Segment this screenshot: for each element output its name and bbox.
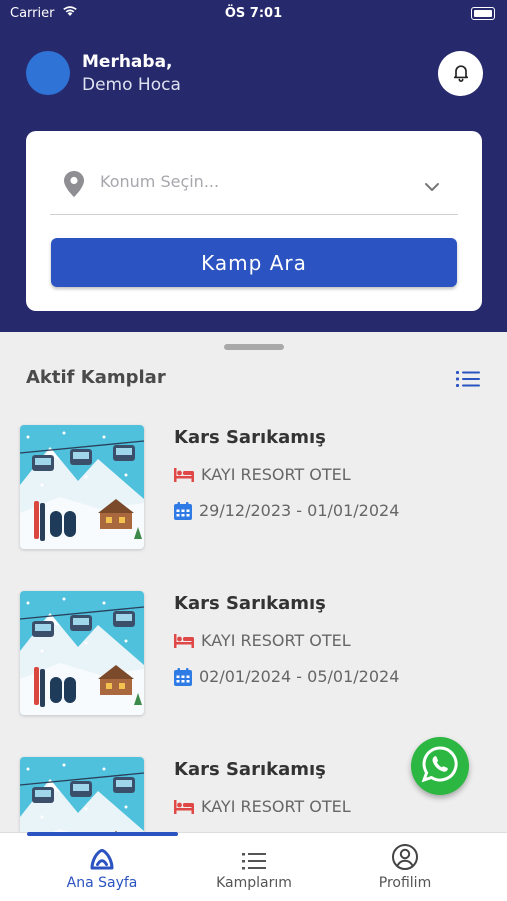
bed-icon [174,799,194,814]
camp-hotel: KAYI RESORT OTEL [174,631,351,650]
search-camp-button[interactable]: Kamp Ara [51,238,457,287]
search-card: Konum Seçin... Kamp Ara [26,131,482,311]
whatsapp-icon [420,744,460,788]
bed-icon [174,467,194,482]
camp-dates: 29/12/2023 - 01/01/2024 [174,501,399,520]
date-range: 02/01/2024 - 05/01/2024 [199,667,400,686]
calendar-icon [174,501,192,520]
date-range: 29/12/2023 - 01/01/2024 [199,501,400,520]
hotel-name: KAYI RESORT OTEL [201,465,351,484]
section-title: Aktif Kamplar [26,367,166,388]
notifications-button[interactable] [438,51,483,96]
status-bar: Carrier ÖS 7:01 [0,0,507,28]
bell-icon [451,62,471,86]
drag-handle[interactable] [224,344,284,350]
list-icon [242,853,266,870]
camp-thumbnail [20,591,144,715]
location-select[interactable]: Konum Seçin... [50,159,458,215]
tab-home[interactable]: Ana Sayfa [42,841,162,891]
camp-item[interactable]: Kars Sarıkamış KAYI RESORT OTEL 29/12/20… [0,425,507,555]
profile-icon [392,844,418,870]
tab-camps[interactable]: Kamplarım [194,841,314,891]
tab-label: Kamplarım [216,875,292,891]
camp-dates: 02/01/2024 - 05/01/2024 [174,667,399,686]
camp-hotel: KAYI RESORT OTEL [174,797,351,816]
camp-name: Kars Sarıkamış [174,593,326,614]
tab-label: Profilim [378,875,432,891]
hotel-name: KAYI RESORT OTEL [201,631,351,650]
list-view-icon[interactable] [456,370,480,392]
user-name: Demo Hoca [82,75,181,95]
hotel-name: KAYI RESORT OTEL [201,797,351,816]
location-placeholder: Konum Seçin... [100,172,220,191]
location-pin-icon [64,171,84,201]
chevron-down-icon [424,177,440,196]
greeting-text: Merhaba, [82,52,173,72]
camp-name: Kars Sarıkamış [174,427,326,448]
camp-item[interactable]: Kars Sarıkamış KAYI RESORT OTEL 02/01/20… [0,591,507,721]
whatsapp-button[interactable] [411,737,469,795]
home-icon [90,849,114,870]
avatar[interactable] [26,51,70,95]
camp-name: Kars Sarıkamış [174,759,326,780]
status-time: ÖS 7:01 [224,6,283,21]
camp-hotel: KAYI RESORT OTEL [174,465,351,484]
tab-profile[interactable]: Profilim [345,841,465,891]
calendar-icon [174,667,192,686]
tab-label: Ana Sayfa [66,875,138,891]
camp-thumbnail [20,425,144,549]
bed-icon [174,633,194,648]
tab-bar: Ana Sayfa Kamplarım Profilim [0,832,507,901]
active-tab-indicator [27,832,178,836]
battery-icon [471,7,495,20]
